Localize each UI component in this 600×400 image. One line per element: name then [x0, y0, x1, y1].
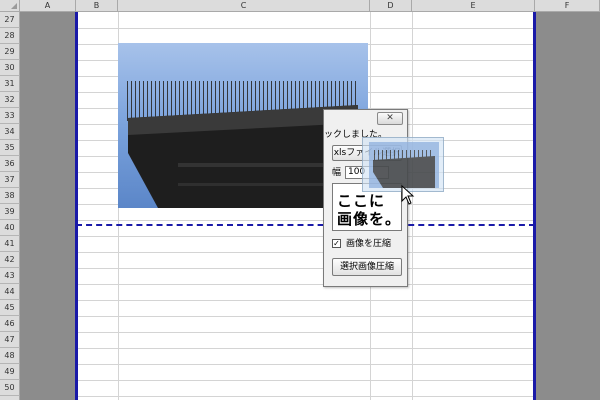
row-header[interactable]: 43 [0, 268, 20, 284]
grid-line [76, 28, 535, 29]
drop-zone-hint: ここに 画像を。 [337, 192, 401, 228]
column-header-f[interactable]: F [535, 0, 600, 12]
row-header[interactable]: 29 [0, 44, 20, 60]
row-header[interactable]: 34 [0, 124, 20, 140]
row-header[interactable]: 41 [0, 236, 20, 252]
column-header-e[interactable]: E [412, 0, 535, 12]
drag-preview-thumbnail [369, 142, 439, 188]
grid-line [76, 348, 535, 349]
row-header[interactable]: 39 [0, 204, 20, 220]
row-header[interactable]: 36 [0, 156, 20, 172]
row-header[interactable]: 45 [0, 300, 20, 316]
row-header[interactable]: 30 [0, 60, 20, 76]
nonprint-area-left [20, 12, 76, 400]
close-icon: ✕ [386, 113, 394, 123]
compress-selected-image-button[interactable]: 選択画像圧縮 [332, 258, 402, 276]
row-header[interactable]: 50 [0, 380, 20, 396]
drag-preview-image [362, 137, 444, 192]
grid-line [76, 332, 535, 333]
row-header[interactable]: 28 [0, 28, 20, 44]
row-header[interactable]: 38 [0, 188, 20, 204]
column-header-c[interactable]: C [118, 0, 370, 12]
width-label: 幅 [332, 168, 342, 178]
row-header[interactable]: 46 [0, 316, 20, 332]
grid-line [76, 396, 535, 397]
row-header[interactable]: 51 [0, 396, 20, 400]
page-border-left [75, 12, 78, 400]
row-header[interactable]: 31 [0, 76, 20, 92]
row-header[interactable]: 49 [0, 364, 20, 380]
row-header[interactable]: 33 [0, 108, 20, 124]
row-header[interactable]: 42 [0, 252, 20, 268]
row-header[interactable]: 27 [0, 12, 20, 28]
page-border-right [533, 12, 536, 400]
grid-line-vertical [412, 12, 413, 400]
grid-line [76, 316, 535, 317]
column-header-a[interactable]: A [20, 0, 76, 12]
row-header[interactable]: 47 [0, 332, 20, 348]
row-header[interactable]: 37 [0, 172, 20, 188]
grid-line [76, 300, 535, 301]
column-header-b[interactable]: B [76, 0, 118, 12]
grid-line [76, 252, 535, 253]
row-header[interactable]: 48 [0, 348, 20, 364]
grid-line [76, 268, 535, 269]
row-header[interactable]: 32 [0, 92, 20, 108]
nonprint-area-right [535, 12, 600, 400]
compress-checkbox[interactable]: ✓ [332, 239, 341, 248]
grid-line [76, 364, 535, 365]
grid-line [76, 284, 535, 285]
image-tool-dialog: ✕ ックしました。 xlsファイル選択 幅 100 ここに 画像を。 ✓ 画像を… [323, 109, 408, 287]
mouse-pointer-icon [401, 185, 415, 205]
column-header-d[interactable]: D [370, 0, 412, 12]
row-header[interactable]: 44 [0, 284, 20, 300]
row-header[interactable]: 35 [0, 140, 20, 156]
drop-hint-line1: ここに [337, 192, 386, 210]
page-break-line [76, 224, 535, 226]
compress-checkbox-label: 画像を圧縮 [346, 239, 392, 249]
grid-line [76, 220, 535, 221]
row-header[interactable]: 40 [0, 220, 20, 236]
close-button[interactable]: ✕ [377, 112, 403, 125]
select-all-corner[interactable] [0, 0, 20, 12]
drop-hint-line2: 画像を。 [337, 210, 402, 228]
grid-line [76, 380, 535, 381]
grid-line [76, 236, 535, 237]
